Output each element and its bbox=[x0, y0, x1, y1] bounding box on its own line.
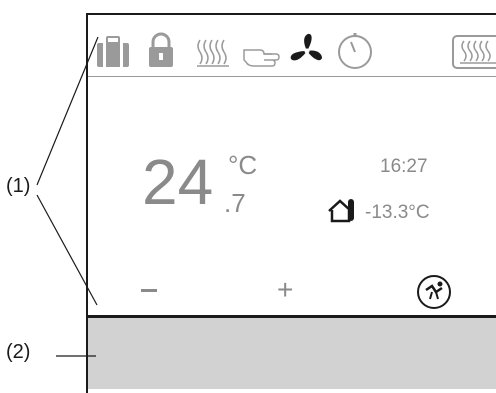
callout-status-icons: (1) bbox=[6, 175, 31, 197]
callout-bottom-bar: (2) bbox=[6, 341, 31, 363]
callout-lines bbox=[36, 36, 99, 357]
